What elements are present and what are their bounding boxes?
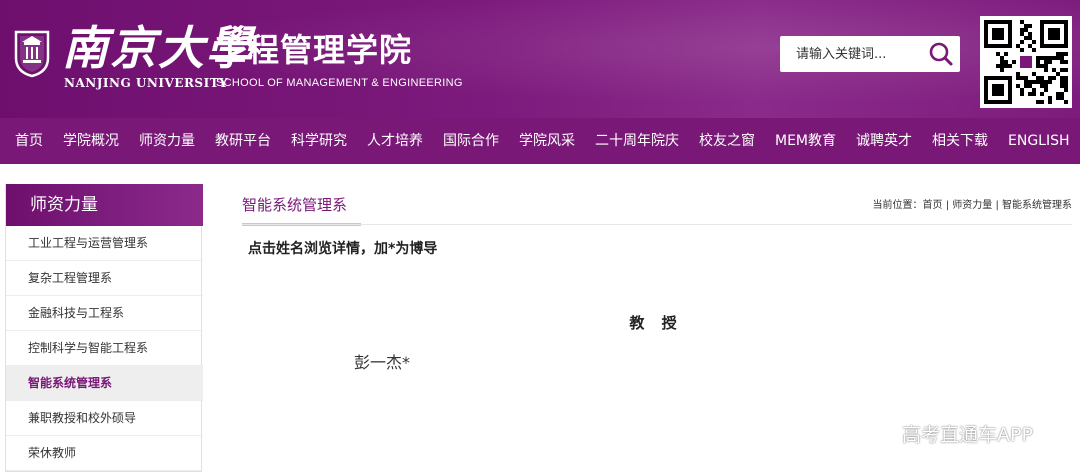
instruction-text: 点击姓名浏览详情，加*为博导 xyxy=(248,241,438,257)
sidebar-item[interactable]: 复杂工程管理系 xyxy=(6,261,203,296)
breadcrumb-item[interactable]: 师资力量 xyxy=(952,200,992,211)
search-icon xyxy=(929,42,953,66)
breadcrumb: 当前位置：首页 | 师资力量 | 智能系统管理系 xyxy=(873,196,1072,211)
main-nav: 首页 学院概况 师资力量 教研平台 科学研究 人才培养 国际合作 学院风采 二十周年院庆 校友之窗… xyxy=(0,118,1080,164)
search-box xyxy=(780,36,960,72)
site-header: 南京大學 工程管理学院 NANJING UNIVERSITY SCHOOL OF… xyxy=(0,0,1080,118)
nav-item[interactable]: 首页 xyxy=(15,118,43,164)
sidebar-item[interactable]: 控制科学与智能工程系 xyxy=(6,331,203,366)
page-title: 智能系统管理系 xyxy=(242,188,362,226)
nav-item[interactable]: 诚聘英才 xyxy=(856,118,912,164)
breadcrumb-item[interactable]: 智能系统管理系 xyxy=(1002,200,1072,211)
nav-item[interactable]: MEM教育 xyxy=(775,118,836,164)
sidebar-list: 工业工程与运营管理系 复杂工程管理系 金融科技与工程系 控制科学与智能工程系 智能系统管… xyxy=(6,226,203,471)
search-input[interactable] xyxy=(780,36,926,72)
nav-item[interactable]: ENGLISH xyxy=(1008,118,1070,164)
school-name-en: SCHOOL OF MANAGEMENT & ENGINEERING xyxy=(216,77,463,89)
sidebar-item[interactable]: 工业工程与运营管理系 xyxy=(6,226,203,261)
breadcrumb-separator: | xyxy=(992,200,1002,211)
nav-item[interactable]: 师资力量 xyxy=(139,118,195,164)
sidebar-item[interactable]: 荣休教师 xyxy=(6,436,203,471)
breadcrumb-item[interactable]: 首页 xyxy=(923,200,943,211)
sidebar-item[interactable]: 金融科技与工程系 xyxy=(6,296,203,331)
nav-item[interactable]: 学院风采 xyxy=(519,118,575,164)
nav-item[interactable]: 校友之窗 xyxy=(699,118,755,164)
search-button[interactable] xyxy=(926,40,956,68)
sidebar-item[interactable]: 兼职教授和校外硕导 xyxy=(6,401,203,436)
sidebar: 师资力量 工业工程与运营管理系 复杂工程管理系 金融科技与工程系 控制科学与智能工程系… xyxy=(5,184,203,472)
sidebar-item[interactable]: 智能系统管理系 xyxy=(6,366,203,401)
breadcrumb-separator: | xyxy=(942,200,953,211)
nav-item[interactable]: 国际合作 xyxy=(443,118,499,164)
watermark: 高考直通车APP xyxy=(902,424,1033,446)
rank-heading: 教 授 xyxy=(629,314,683,332)
nav-item[interactable]: 科学研究 xyxy=(291,118,347,164)
breadcrumb-prefix: 当前位置： xyxy=(872,200,923,211)
faculty-name-link[interactable]: 彭一杰* xyxy=(354,349,410,373)
nav-item[interactable]: 二十周年院庆 xyxy=(595,118,679,164)
sidebar-title: 师资力量 xyxy=(6,184,203,226)
title-divider xyxy=(242,224,1072,225)
nav-item[interactable]: 学院概况 xyxy=(63,118,119,164)
university-name-en: NANJING UNIVERSITY xyxy=(64,76,229,90)
school-name-cn[interactable]: 工程管理学院 xyxy=(214,30,412,70)
nav-item[interactable]: 教研平台 xyxy=(215,118,271,164)
university-emblem-icon xyxy=(14,30,50,78)
nav-item[interactable]: 相关下载 xyxy=(932,118,988,164)
qr-code-icon xyxy=(984,20,1068,104)
nav-item[interactable]: 人才培养 xyxy=(367,118,423,164)
qr-code xyxy=(980,16,1072,108)
